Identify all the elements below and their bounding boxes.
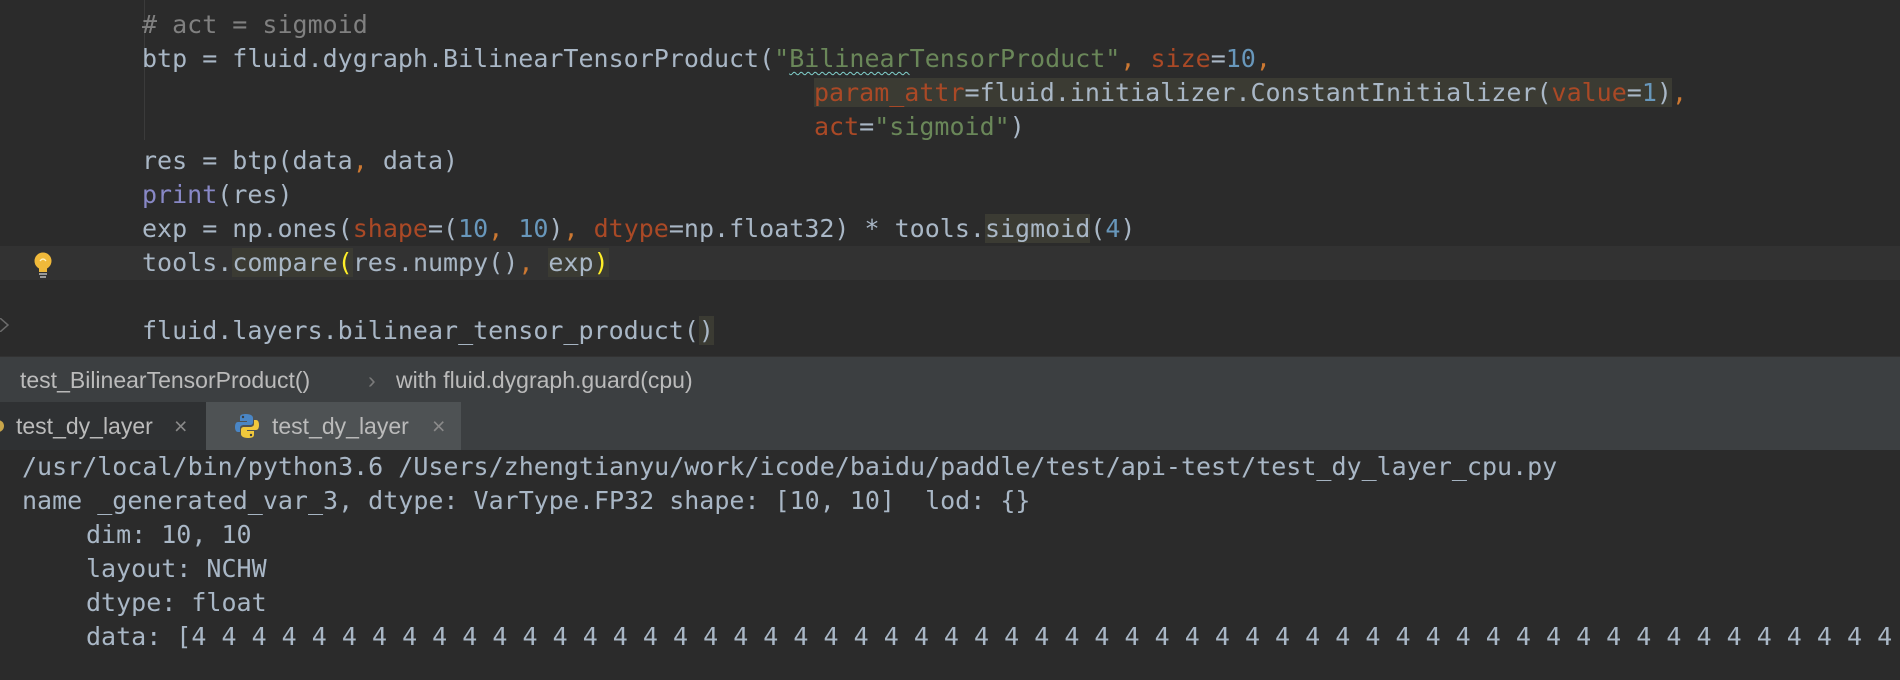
code-line[interactable]: # act = sigmoid xyxy=(0,8,1900,42)
code-line[interactable]: btp = fluid.dygraph.BilinearTensorProduc… xyxy=(0,42,1900,76)
breadcrumb-separator-icon: › xyxy=(368,367,376,393)
code-token: ) xyxy=(1009,112,1025,141)
tab-test-dy-layer-2[interactable]: test_dy_layer × xyxy=(206,402,461,450)
code-token-param: value xyxy=(1551,78,1627,107)
code-token: tools. xyxy=(142,248,233,277)
code-line[interactable]: exp = np.ones(shape=(10, 10), dtype=np.f… xyxy=(0,212,1900,246)
run-console[interactable]: /usr/local/bin/python3.6 /Users/zhengtia… xyxy=(0,450,1900,680)
code-token: =np.float32) * tools. xyxy=(668,214,985,243)
typo-underline: Bilinear xyxy=(789,44,910,73)
breadcrumb-item-function[interactable]: test_BilinearTensorProduct() xyxy=(20,357,310,403)
code-line[interactable]: param_attr=fluid.initializer.ConstantIni… xyxy=(0,76,1900,110)
code-token-string: "BilinearTensorProduct" xyxy=(774,44,1121,73)
code-line[interactable]: res = btp(data, data) xyxy=(0,144,1900,178)
code-editor[interactable]: # act = sigmoid btp = fluid.dygraph.Bili… xyxy=(0,0,1900,356)
code-token-bracket: ) xyxy=(593,248,609,277)
code-line[interactable]: print(res) xyxy=(0,178,1900,212)
code-token: ( xyxy=(1090,214,1106,243)
code-line[interactable] xyxy=(0,280,1900,314)
code-token-builtin: print xyxy=(142,180,218,209)
code-token-number: 10 xyxy=(518,214,549,243)
console-line: data: [4 4 4 4 4 4 4 4 4 4 4 4 4 4 4 4 4… xyxy=(86,622,1893,651)
code-token: = xyxy=(859,112,875,141)
code-line[interactable]: act="sigmoid") xyxy=(0,110,1900,144)
code-line-current[interactable]: tools.compare(res.numpy(), exp) xyxy=(0,246,1900,280)
code-token-keyword: , xyxy=(518,248,549,277)
breadcrumb: test_BilinearTensorProduct() › with flui… xyxy=(0,356,1900,403)
code-token-highlight: compare xyxy=(232,248,338,277)
code-token: ) xyxy=(1120,214,1136,243)
breadcrumb-item-block[interactable]: with fluid.dygraph.guard(cpu) xyxy=(396,357,693,403)
code-token-highlight: sigmoid xyxy=(984,214,1091,243)
code-token-string: "sigmoid" xyxy=(874,112,1010,141)
code-token-keyword: , xyxy=(1255,44,1271,73)
code-token-number: 4 xyxy=(1105,214,1121,243)
code-token-param: dtype xyxy=(593,214,669,243)
console-line: dim: 10, 10 xyxy=(86,520,252,549)
code-token-keyword: , xyxy=(563,214,594,243)
console-line: name _generated_var_3, dtype: VarType.FP… xyxy=(22,486,1031,515)
code-token: = xyxy=(1210,44,1226,73)
code-token: ) xyxy=(1656,78,1672,107)
code-token-param: size xyxy=(1150,44,1211,73)
code-token-param: shape xyxy=(352,214,428,243)
code-token: res = btp(data xyxy=(142,146,353,175)
console-line: layout: NCHW xyxy=(86,554,267,583)
code-token: =( xyxy=(427,214,459,243)
code-token-keyword: , xyxy=(1671,78,1688,107)
code-token: = xyxy=(1626,78,1642,107)
console-line: dtype: float xyxy=(86,588,267,617)
code-token: ) xyxy=(548,214,564,243)
code-token-number: 1 xyxy=(1641,78,1657,107)
code-token-comment: # act = sigmoid xyxy=(142,10,368,39)
code-token: =fluid.initializer.ConstantInitializer( xyxy=(964,78,1552,107)
close-icon[interactable]: × xyxy=(174,402,187,450)
code-token-param: param_attr xyxy=(814,78,965,107)
close-icon[interactable]: × xyxy=(432,402,445,450)
code-line[interactable]: fluid.layers.bilinear_tensor_product() xyxy=(0,314,1900,348)
code-token: data) xyxy=(382,146,459,175)
code-token: fluid.layers.bilinear_tensor_product( xyxy=(142,316,699,345)
run-tabs: test_dy_layer × test_dy_layer × xyxy=(0,402,1900,450)
code-token-bracket: ( xyxy=(337,248,353,277)
run-config-icon xyxy=(0,420,4,432)
code-token-keyword: , xyxy=(352,146,383,175)
code-token-keyword: , xyxy=(1120,44,1151,73)
tab-test-dy-layer-1[interactable]: test_dy_layer × xyxy=(0,402,206,450)
code-token-number: 10 xyxy=(458,214,489,243)
code-token: (res) xyxy=(217,180,293,209)
console-line: /usr/local/bin/python3.6 /Users/zhengtia… xyxy=(22,452,1558,481)
lightbulb-icon[interactable] xyxy=(31,251,55,279)
tab-label: test_dy_layer xyxy=(272,413,409,439)
code-token: exp = np.ones( xyxy=(142,214,353,243)
code-token-highlight: exp xyxy=(548,248,594,277)
code-token: res.numpy() xyxy=(352,248,519,277)
code-token-number: 10 xyxy=(1225,44,1256,73)
python-icon xyxy=(235,414,259,438)
code-token-highlight: ) xyxy=(698,316,714,345)
tab-label: test_dy_layer xyxy=(16,413,153,439)
code-token: btp = fluid.dygraph.BilinearTensorProduc… xyxy=(142,44,775,73)
code-token-param: act xyxy=(814,112,860,141)
code-token-keyword: , xyxy=(488,214,519,243)
